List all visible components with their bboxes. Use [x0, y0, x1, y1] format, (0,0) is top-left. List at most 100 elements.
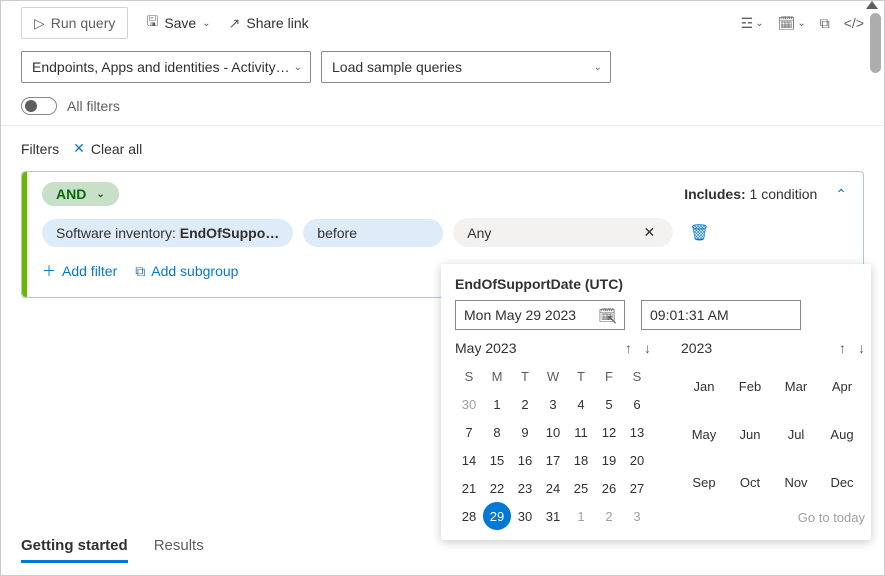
save-icon: 🖫: [146, 11, 158, 35]
add-subgroup-button[interactable]: ⧉ Add subgroup: [135, 261, 238, 281]
bottom-tabs: Getting started Results: [21, 537, 204, 563]
calendar-day[interactable]: 5: [595, 390, 623, 418]
code-button[interactable]: </>: [844, 15, 864, 32]
calendar-day[interactable]: 17: [539, 446, 567, 474]
next-year-button[interactable]: ↓: [858, 340, 865, 356]
calendar-day[interactable]: 26: [595, 474, 623, 502]
calendar-day[interactable]: 12: [595, 418, 623, 446]
top-toolbar: ▷ Run query 🖫 Save ⌄ ↗ Share link ☲⌄ 🗓⌄ …: [1, 1, 884, 45]
calendar-day[interactable]: 2: [595, 502, 623, 530]
calendar-day[interactable]: 28: [455, 502, 483, 530]
calendar-day[interactable]: 27: [623, 474, 651, 502]
calendar-day[interactable]: 19: [595, 446, 623, 474]
month-grid: JanFebMarApr MayJunJulAug SepOctNovDec: [681, 362, 865, 506]
clear-all-button[interactable]: ✕ Clear all: [73, 140, 142, 157]
calendar-day[interactable]: 11: [567, 418, 595, 446]
calendar-day[interactable]: 30: [455, 390, 483, 418]
share-icon: ↗: [229, 15, 241, 32]
calendar-day[interactable]: 29: [483, 502, 511, 530]
list-options-button[interactable]: ☲⌄: [741, 15, 764, 32]
clear-value-button[interactable]: ✕: [640, 224, 660, 241]
calendar-month-label[interactable]: May 2023: [455, 340, 516, 356]
month-cell[interactable]: Jul: [773, 414, 819, 454]
calendar-day[interactable]: 6: [623, 390, 651, 418]
calendar-day[interactable]: 31: [539, 502, 567, 530]
calendar-day[interactable]: 3: [623, 502, 651, 530]
calendar-day[interactable]: 13: [623, 418, 651, 446]
month-cell[interactable]: Feb: [727, 366, 773, 406]
all-filters-toggle[interactable]: [21, 97, 57, 115]
filter-operator-pill[interactable]: before: [303, 219, 443, 247]
all-filters-label: All filters: [67, 98, 120, 114]
prev-year-button[interactable]: ↑: [839, 340, 846, 356]
scope-dropdown[interactable]: Endpoints, Apps and identities - Activit…: [21, 51, 311, 83]
tab-getting-started[interactable]: Getting started: [21, 537, 128, 563]
month-cell[interactable]: Jan: [681, 366, 727, 406]
month-cell[interactable]: Oct: [727, 462, 773, 502]
calendar-day[interactable]: 8: [483, 418, 511, 446]
month-cell[interactable]: Sep: [681, 462, 727, 502]
month-cell[interactable]: Mar: [773, 366, 819, 406]
run-query-button[interactable]: ▷ Run query: [21, 7, 128, 39]
sample-dropdown-label: Load sample queries: [332, 59, 462, 75]
year-header: 2023 ↑ ↓: [681, 340, 865, 356]
calendar-day[interactable]: 16: [511, 446, 539, 474]
calendar-day[interactable]: 10: [539, 418, 567, 446]
calendar-day[interactable]: 3: [539, 390, 567, 418]
calendar-year-label[interactable]: 2023: [681, 340, 712, 356]
filter-field-pill[interactable]: Software inventory: EndOfSuppo…: [42, 219, 293, 247]
calendar-day[interactable]: 1: [567, 502, 595, 530]
close-icon: ✕: [73, 140, 85, 157]
calendar-day[interactable]: 20: [623, 446, 651, 474]
scrollbar-thumb[interactable]: [870, 13, 881, 73]
scrollbar-up-arrow[interactable]: [866, 1, 878, 9]
month-cell[interactable]: Jun: [727, 414, 773, 454]
calendar-day[interactable]: 21: [455, 474, 483, 502]
calendar-options-button[interactable]: 🗓⌄: [778, 15, 806, 32]
scope-row: Endpoints, Apps and identities - Activit…: [1, 45, 884, 93]
calendar-day[interactable]: 2: [511, 390, 539, 418]
calendar-header: May 2023 ↑ ↓: [455, 340, 651, 356]
export-button[interactable]: ⧉: [820, 15, 830, 32]
date-picker-title: EndOfSupportDate (UTC): [455, 276, 857, 292]
month-cell[interactable]: Nov: [773, 462, 819, 502]
calendar-day[interactable]: 1: [483, 390, 511, 418]
date-input-value: Mon May 29 2023: [464, 307, 576, 323]
calendar-day[interactable]: 22: [483, 474, 511, 502]
share-link-button[interactable]: ↗ Share link: [229, 7, 309, 39]
month-cell[interactable]: Apr: [819, 366, 865, 406]
month-cell[interactable]: Dec: [819, 462, 865, 502]
calendar-icon[interactable]: 🗓↖: [598, 307, 616, 324]
add-filter-button[interactable]: ＋ Add filter: [42, 261, 117, 281]
calendar-day[interactable]: 25: [567, 474, 595, 502]
includes-prefix: Includes:: [684, 186, 749, 202]
go-to-today-button[interactable]: Go to today: [681, 510, 865, 525]
filter-value-pill[interactable]: Any ✕: [453, 218, 673, 247]
join-operator-pill[interactable]: AND ⌄: [42, 182, 119, 206]
subgroup-icon: ⧉: [135, 263, 145, 280]
delete-filter-button[interactable]: 🗑: [689, 223, 709, 243]
month-cell[interactable]: May: [681, 414, 727, 454]
time-input[interactable]: 09:01:31 AM: [641, 300, 801, 330]
calendar-day[interactable]: 18: [567, 446, 595, 474]
tab-results[interactable]: Results: [154, 537, 204, 563]
month-cell[interactable]: Aug: [819, 414, 865, 454]
calendar-day[interactable]: 30: [511, 502, 539, 530]
calendar-day[interactable]: 4: [567, 390, 595, 418]
calendar-day[interactable]: 7: [455, 418, 483, 446]
save-button[interactable]: 🖫 Save ⌄: [146, 7, 210, 39]
weekday-header: W: [547, 369, 559, 384]
calendar-day[interactable]: 23: [511, 474, 539, 502]
filter-field-prefix: Software inventory:: [56, 225, 180, 241]
calendar-day[interactable]: 9: [511, 418, 539, 446]
prev-month-button[interactable]: ↑: [625, 340, 632, 356]
next-month-button[interactable]: ↓: [644, 340, 651, 356]
add-subgroup-label: Add subgroup: [151, 263, 238, 279]
weekday-header: T: [577, 369, 585, 384]
calendar-day[interactable]: 15: [483, 446, 511, 474]
date-input[interactable]: Mon May 29 2023 🗓↖: [455, 300, 625, 330]
calendar-day[interactable]: 24: [539, 474, 567, 502]
sample-queries-dropdown[interactable]: Load sample queries ⌄: [321, 51, 611, 83]
calendar-day[interactable]: 14: [455, 446, 483, 474]
collapse-button[interactable]: ⌃: [835, 186, 847, 203]
